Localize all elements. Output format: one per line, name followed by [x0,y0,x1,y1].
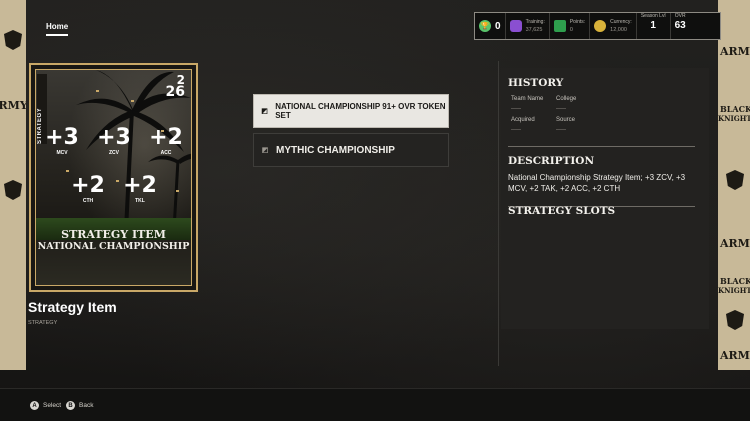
stats-bar: 🏆 0 Training: 37,625 Points: 0 Currency:… [474,12,721,40]
strategy-slots-heading: STRATEGY SLOTS [508,205,616,217]
points-label: Points: [569,18,586,25]
confetti [66,170,69,172]
attr-tkl: +2 TKL [120,173,160,205]
shield-icon [726,170,744,190]
section-divider [508,146,695,147]
confetti [176,190,179,192]
right-team-banner: ARMY BLACK KNIGHTS ARMY BLACK KNIGHTS AR… [718,0,750,370]
banner-text: ARMY [720,45,750,58]
attr-value: +2 [123,173,157,198]
confetti [96,90,99,92]
attr-mcv: +3 MCV [42,125,82,157]
currency-value: 12,000 [610,26,627,33]
card-title: STRATEGY ITEM [61,228,166,241]
attr-acc: +2 ACC [146,125,186,157]
season-label: Season Lvl [640,13,666,19]
attr-value: +3 [45,125,79,150]
trophy-count: 0 [495,20,501,32]
shield-icon [726,310,744,330]
item-category: STRATEGY [28,320,58,326]
card-subtitle: NATIONAL CHAMPIONSHIP [37,241,190,252]
left-team-banner: ARMY [0,0,26,370]
history-heading: HISTORY [508,77,564,89]
attr-name: ACC [160,150,172,156]
footer-bar: A Select B Back [0,388,750,421]
source-label: Source [556,117,576,123]
item-icon: ◩ [261,108,268,115]
banner-text: KNIGHTS [718,286,750,295]
a-button-icon: A [30,401,39,410]
vertical-divider [498,61,499,366]
list-item-mythic-championship[interactable]: ◩ MYTHIC CHAMPIONSHIP [253,133,449,167]
attr-zcv: +3 ZCV [94,125,134,157]
trophy-stat: 🏆 0 [475,13,506,39]
banner-text: ARMY [720,237,750,250]
ovr-value: 63 [674,20,686,31]
back-hint[interactable]: B Back [66,401,93,410]
training-stat: Training: 37,625 [506,13,550,39]
training-label: Training: [525,18,545,25]
attr-name: CTH [82,198,94,204]
team-name-label: Team Name [511,96,544,102]
ovr-stat: OVR 63 [671,13,690,39]
select-hint[interactable]: A Select [30,401,61,410]
team-name-value: ----- [511,106,521,112]
item-title: Strategy Item [28,299,117,315]
list-item-label: NATIONAL CHAMPIONSHIP 91+ OVR TOKEN SET [275,102,446,120]
college-value: ----- [556,106,566,112]
attr-name: TKL [135,198,145,204]
attr-name: ZCV [109,150,119,156]
currency-label: Currency: [610,18,632,25]
item-details-panel: HISTORY Team Name ----- College ----- Ac… [501,68,709,329]
ovr-label: OVR [674,13,686,19]
attr-value: +3 [97,125,131,150]
banner-text: KNIGHTS [718,114,750,123]
banner-text: ARMY [720,349,750,362]
item-icon: ◩ [261,147,269,154]
attr-cth: +2 CTH [68,173,108,205]
points-stat: Points: 0 [550,13,591,39]
shield-icon [4,180,22,200]
confetti [131,100,134,102]
training-value: 37,625 [525,26,543,33]
coin-icon [594,20,607,32]
points-value: 0 [569,26,573,33]
college-label: College [556,96,577,102]
strategy-item-card[interactable]: STRATEGY 2 26 +3 MCV +3 ZCV +2 ACC +2 CT… [29,63,198,292]
training-gem-icon [509,20,522,32]
nav-tab-home[interactable]: Home [46,22,69,36]
description-text: National Championship Strategy Item; +3 … [508,173,686,193]
attr-name: MCV [56,150,68,156]
b-button-icon: B [66,401,75,410]
trophy-icon: 🏆 [479,20,491,32]
list-item-token-set[interactable]: ◩ NATIONAL CHAMPIONSHIP 91+ OVR TOKEN SE… [253,94,449,128]
points-flag-icon [553,20,566,32]
source-value: ----- [556,127,566,133]
attr-value: +2 [71,173,105,198]
description-heading: DESCRIPTION [508,155,595,167]
select-label: Select [43,402,62,409]
list-item-label: MYTHIC CHAMPIONSHIP [276,144,395,156]
currency-stat: Currency: 12,000 [590,13,637,39]
attr-value: +2 [149,125,183,150]
card-art: STRATEGY 2 26 +3 MCV +3 ZCV +2 ACC +2 CT… [35,69,192,286]
year-bottom: 26 [165,84,185,100]
banner-text: ARMY [0,99,26,112]
card-year-badge: 2 26 [165,74,185,100]
shield-icon [4,30,22,50]
season-level-stat: Season Lvl 1 [637,13,671,39]
back-label: Back [79,402,94,409]
acquired-value: ----- [511,127,521,133]
acquired-label: Acquired [511,117,535,123]
season-value: 1 [650,20,656,31]
confetti [116,180,119,182]
